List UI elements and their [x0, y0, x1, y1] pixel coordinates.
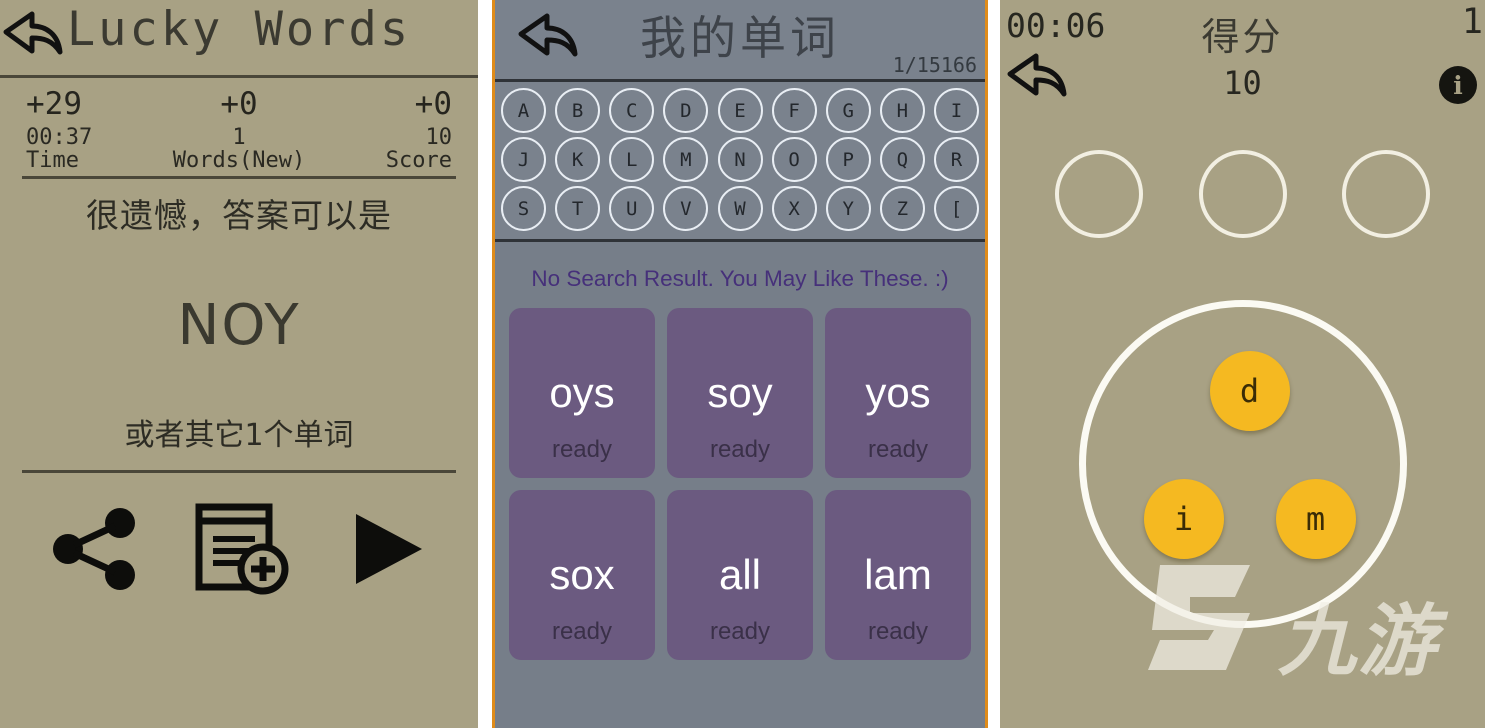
stats-deltas: +29 +0 +0: [20, 86, 458, 122]
alpha-key[interactable]: D: [663, 88, 709, 133]
play-icon[interactable]: [344, 504, 430, 598]
alpha-key[interactable]: M: [663, 137, 709, 182]
letter-wheel[interactable]: d i m: [1078, 300, 1407, 628]
answer-slot[interactable]: [1055, 150, 1144, 238]
alpha-key[interactable]: J: [501, 137, 546, 182]
word-card[interactable]: soy ready: [667, 308, 813, 478]
alpha-key[interactable]: G: [825, 88, 871, 133]
letter-tile[interactable]: m: [1275, 479, 1356, 559]
alpha-key[interactable]: U: [609, 186, 655, 231]
label-time: Time: [26, 148, 79, 174]
alpha-key[interactable]: L: [609, 137, 655, 182]
game-screen: 00:06 得分 10 1 i d i m 九游: [1000, 0, 1485, 728]
answer-slot[interactable]: [1341, 150, 1430, 238]
no-search-result-text: No Search Result. You May Like These. :): [531, 266, 949, 291]
alpha-key[interactable]: N: [717, 137, 763, 182]
word-status: ready: [867, 618, 929, 645]
delta-score: +0: [414, 86, 452, 122]
word-label: sox: [549, 551, 615, 598]
info-icon[interactable]: i: [1439, 66, 1477, 104]
my-words-screen: 我的单词 1/15166 A B C D E F G H I J K L M N…: [492, 0, 988, 728]
result-submessage: 或者其它1个单词: [124, 418, 354, 454]
answer-word: NOY: [177, 293, 301, 359]
alpha-key[interactable]: B: [555, 88, 601, 133]
alpha-key[interactable]: V: [663, 186, 709, 231]
alpha-key[interactable]: S: [501, 186, 546, 231]
alpha-key[interactable]: W: [717, 186, 763, 231]
word-card-grid: oys ready soy ready yos ready sox ready …: [495, 308, 985, 660]
alpha-key[interactable]: X: [771, 186, 817, 231]
word-status: ready: [709, 618, 771, 645]
word-label: soy: [707, 369, 773, 416]
alpha-key[interactable]: T: [555, 186, 601, 231]
word-status: ready: [551, 436, 613, 463]
letter-tile[interactable]: d: [1209, 351, 1290, 431]
alphabet-row: S T U V W X Y Z [: [501, 186, 979, 231]
alpha-key[interactable]: Z: [879, 186, 925, 231]
delta-words: +0: [220, 86, 258, 122]
action-bar: [0, 499, 478, 603]
word-label: all: [718, 551, 762, 598]
page-title: Lucky Words: [66, 2, 412, 57]
divider-top: [22, 176, 456, 180]
alpha-key[interactable]: P: [825, 137, 871, 182]
share-button[interactable]: [48, 501, 144, 601]
stats-block: +29 +0 +0 00:37 1 10 Time Words(New) Sco…: [0, 78, 478, 172]
result-screen: Lucky Words +29 +0 +0 00:37 1 10 Time Wo…: [0, 0, 478, 728]
alpha-key[interactable]: Y: [825, 186, 871, 231]
alpha-key[interactable]: F: [771, 88, 817, 133]
word-card[interactable]: oys ready: [509, 308, 655, 478]
alpha-key[interactable]: O: [771, 137, 817, 182]
answer-slots: [1000, 150, 1485, 238]
word-label: yos: [865, 369, 931, 416]
add-to-wordbook-button[interactable]: [191, 499, 297, 603]
alpha-key[interactable]: H: [879, 88, 925, 133]
word-label: lam: [864, 551, 932, 598]
alpha-key[interactable]: A: [501, 88, 546, 133]
alpha-key[interactable]: Q: [879, 137, 925, 182]
word-card[interactable]: all ready: [667, 490, 813, 660]
level-indicator: 1: [1461, 2, 1483, 42]
value-score: 10: [425, 125, 453, 150]
score-label: 得分: [1201, 15, 1284, 59]
result-header: Lucky Words: [0, 0, 478, 78]
label-score: Score: [385, 148, 452, 174]
letter-tile[interactable]: i: [1143, 479, 1224, 559]
alpha-key[interactable]: I: [934, 88, 979, 133]
value-time: 00:37: [26, 125, 93, 150]
word-card[interactable]: sox ready: [509, 490, 655, 660]
alpha-key[interactable]: C: [609, 88, 655, 133]
alphabet-row: J K L M N O P Q R: [501, 137, 979, 182]
value-words: 1: [232, 125, 246, 150]
word-status: ready: [551, 618, 613, 645]
alpha-key[interactable]: R: [934, 137, 979, 182]
score-value: 10: [1223, 64, 1262, 102]
answer-slot[interactable]: [1198, 150, 1287, 238]
word-status: ready: [867, 436, 929, 463]
alpha-key[interactable]: K: [555, 137, 601, 182]
screenshot-root: Lucky Words +29 +0 +0 00:37 1 10 Time Wo…: [0, 0, 1485, 728]
divider-bottom: [22, 470, 456, 474]
label-words: Words(New): [172, 148, 306, 174]
word-counter: 1/15166: [892, 53, 977, 77]
alphabet-keypad: A B C D E F G H I J K L M N O P Q R S T …: [495, 82, 985, 242]
word-label: oys: [549, 369, 615, 416]
alphabet-row: A B C D E F G H I: [501, 88, 979, 133]
result-message: 很遗憾，答案可以是: [86, 196, 392, 236]
alpha-key[interactable]: [: [934, 186, 979, 231]
delta-time: +29: [26, 86, 82, 122]
word-card[interactable]: lam ready: [825, 490, 971, 660]
my-words-header: 我的单词 1/15166: [495, 0, 985, 82]
stats-values: 00:37 1 10: [20, 126, 458, 149]
word-status: ready: [709, 436, 771, 463]
stats-labels: Time Words(New) Score: [20, 149, 458, 172]
word-card[interactable]: yos ready: [825, 308, 971, 478]
alpha-key[interactable]: E: [717, 88, 763, 133]
